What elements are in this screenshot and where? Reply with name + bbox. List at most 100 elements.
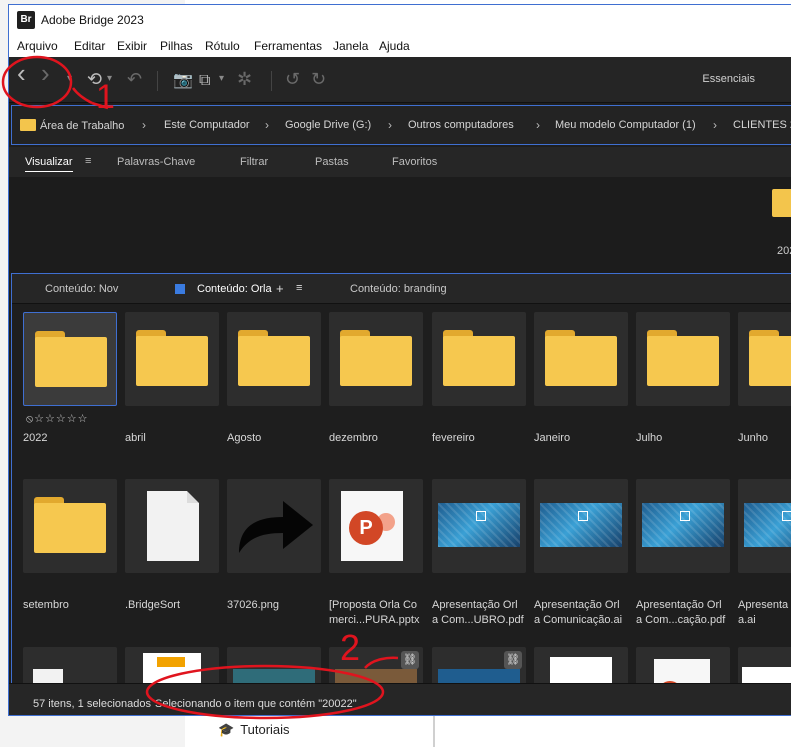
- tab-pastas[interactable]: Pastas: [315, 156, 349, 168]
- file-thumb-apresentacao-ai[interactable]: [534, 479, 628, 573]
- folder-thumb-julho[interactable]: [636, 312, 730, 406]
- crumb-desktop[interactable]: Área de Trabalho: [20, 119, 124, 132]
- tab-favoritos[interactable]: Favoritos: [392, 156, 437, 168]
- document-preview: [642, 503, 724, 547]
- folder-icon: [749, 330, 791, 386]
- folder-thumb-abril[interactable]: [125, 312, 219, 406]
- link-icon: ⛓: [401, 651, 419, 669]
- item-label: Julho: [636, 432, 663, 444]
- item-label: 37026.png: [227, 599, 279, 611]
- tab-palavras-chave[interactable]: Palavras-Chave: [117, 156, 195, 168]
- status-message: Selecionando o item que contém "20022": [155, 698, 357, 710]
- file-thumb-apresentacao-pdf[interactable]: [432, 479, 526, 573]
- item-label: Apresenta a.ai: [738, 599, 789, 626]
- chevron-right-icon: ›: [142, 118, 146, 132]
- workspace-essenciais[interactable]: Essenciais: [702, 73, 755, 85]
- folder-icon: [35, 331, 107, 387]
- folder-thumb-junho[interactable]: [738, 312, 791, 406]
- crumb-other-computers[interactable]: Outros computadores: [408, 119, 514, 131]
- toolbar-divider: [157, 71, 158, 91]
- chevron-right-icon: ›: [265, 118, 269, 132]
- tab-visualizar[interactable]: Visualizar: [25, 156, 73, 172]
- bridge-window: Br Adobe Bridge 2023 Arquivo Editar Exib…: [8, 4, 791, 716]
- folder-thumb-2022[interactable]: [23, 312, 117, 406]
- back-button[interactable]: ‹: [17, 60, 26, 86]
- folder-icon: [136, 330, 208, 386]
- document-icon: [147, 491, 199, 561]
- item-label: Junho: [738, 432, 768, 444]
- forward-button[interactable]: ›: [41, 60, 50, 86]
- folder-thumb-fevereiro[interactable]: [432, 312, 526, 406]
- folder-icon: [772, 189, 791, 217]
- panel-tabs: Visualizar ≡ Palavras-Chave Filtrar Past…: [9, 147, 791, 177]
- toolbar-divider: [271, 71, 272, 91]
- recent-history-icon[interactable]: ⟲: [87, 69, 102, 89]
- folder-icon: [647, 330, 719, 386]
- menu-ferramentas[interactable]: Ferramentas: [254, 39, 322, 53]
- folder-icon: [238, 330, 310, 386]
- item-label: abril: [125, 432, 146, 444]
- refine-icon[interactable]: ✲: [237, 69, 252, 89]
- item-label: Agosto: [227, 432, 262, 444]
- crumb-computer[interactable]: Este Computador: [164, 119, 250, 131]
- folder-icon: [34, 497, 106, 553]
- folder-thumb-agosto[interactable]: [227, 312, 321, 406]
- path-bar: Área de Trabalho › Este Computador › Goo…: [11, 105, 791, 145]
- menu-pilhas[interactable]: Pilhas: [160, 39, 193, 53]
- item-label: Apresentação Orl a Comunicação.ai: [534, 599, 623, 626]
- item-label: fevereiro: [432, 432, 475, 444]
- tab-conteudo-nov[interactable]: Conteúdo: Nov: [45, 283, 118, 295]
- background-tutorial-link[interactable]: 🎓 Tutoriais: [218, 722, 290, 738]
- rotate-right-icon[interactable]: ↻: [311, 69, 326, 89]
- menu-janela[interactable]: Janela: [333, 39, 368, 53]
- chevron-down-icon[interactable]: ▾: [107, 73, 112, 84]
- item-label: Janeiro: [534, 432, 571, 444]
- file-thumb-apresentacao-ai-2[interactable]: [738, 479, 791, 573]
- return-icon[interactable]: ↶: [127, 69, 142, 89]
- folder-icon: [443, 330, 515, 386]
- panel-menu-icon[interactable]: ≡: [85, 155, 91, 167]
- content-panel: Conteúdo: Nov Conteúdo: Orla + ≡ Conteúd…: [11, 273, 791, 715]
- star-rating[interactable]: ⦸☆☆☆☆☆: [26, 412, 88, 426]
- file-thumb-apresentacao-pdf-2[interactable]: [636, 479, 730, 573]
- crumb-clientes[interactable]: CLIENTES 2: [733, 119, 791, 131]
- file-thumb-37026[interactable]: [227, 479, 321, 573]
- folder-thumb-dezembro[interactable]: [329, 312, 423, 406]
- item-label: dezembro: [329, 432, 378, 444]
- item-label: Apresentação Orl a Com...cação.pdf: [636, 599, 726, 626]
- toolbar: ‹ › ▾ ⟲ ▾ ↶ 📷 ⧉ ▾ ✲ ↺ ↻ Essenciais: [9, 57, 791, 103]
- tab-conteudo-branding[interactable]: Conteúdo: branding: [350, 283, 447, 295]
- panel-menu-icon[interactable]: ≡: [296, 282, 302, 294]
- item-label: Apresentação Orl a Com...UBRO.pdf: [432, 599, 524, 626]
- menu-exibir[interactable]: Exibir: [117, 39, 147, 53]
- copy-icon[interactable]: ⧉: [199, 71, 210, 91]
- preview-panel: 202: [9, 177, 791, 273]
- file-thumb-proposta-pptx[interactable]: P: [329, 479, 423, 573]
- powerpoint-logo-icon: P: [349, 511, 383, 545]
- menu-ajuda[interactable]: Ajuda: [379, 39, 410, 53]
- document-preview: [744, 503, 791, 547]
- tab-conteudo-orla[interactable]: Conteúdo: Orla: [197, 283, 272, 295]
- logo-mark: [157, 657, 185, 667]
- link-icon: ⛓: [504, 651, 522, 669]
- title-bar: Br Adobe Bridge 2023: [9, 5, 791, 35]
- crumb-my-computer[interactable]: Meu modelo Computador (1): [555, 119, 696, 131]
- folder-icon: [20, 119, 36, 131]
- menu-rotulo[interactable]: Rótulo: [205, 39, 240, 53]
- status-bar: 57 itens, 1 selecionados Selecionando o …: [9, 683, 791, 715]
- rotate-left-icon[interactable]: ↺: [285, 69, 300, 89]
- camera-import-icon[interactable]: 📷: [173, 71, 193, 91]
- file-thumb-bridgesort[interactable]: [125, 479, 219, 573]
- menu-editar[interactable]: Editar: [74, 39, 105, 53]
- tutorial-label: Tutoriais: [240, 722, 290, 737]
- chevron-down-icon[interactable]: ▾: [219, 73, 224, 84]
- menu-arquivo[interactable]: Arquivo: [17, 39, 58, 53]
- tab-filtrar[interactable]: Filtrar: [240, 156, 268, 168]
- chevron-down-icon[interactable]: ▾: [67, 73, 72, 84]
- folder-thumb-janeiro[interactable]: [534, 312, 628, 406]
- add-tab-icon[interactable]: +: [276, 281, 284, 296]
- chevron-right-icon: ›: [536, 118, 540, 132]
- crumb-google-drive[interactable]: Google Drive (G:): [285, 119, 371, 131]
- folder-thumb-setembro[interactable]: [23, 479, 117, 573]
- logo-mark: [577, 511, 588, 521]
